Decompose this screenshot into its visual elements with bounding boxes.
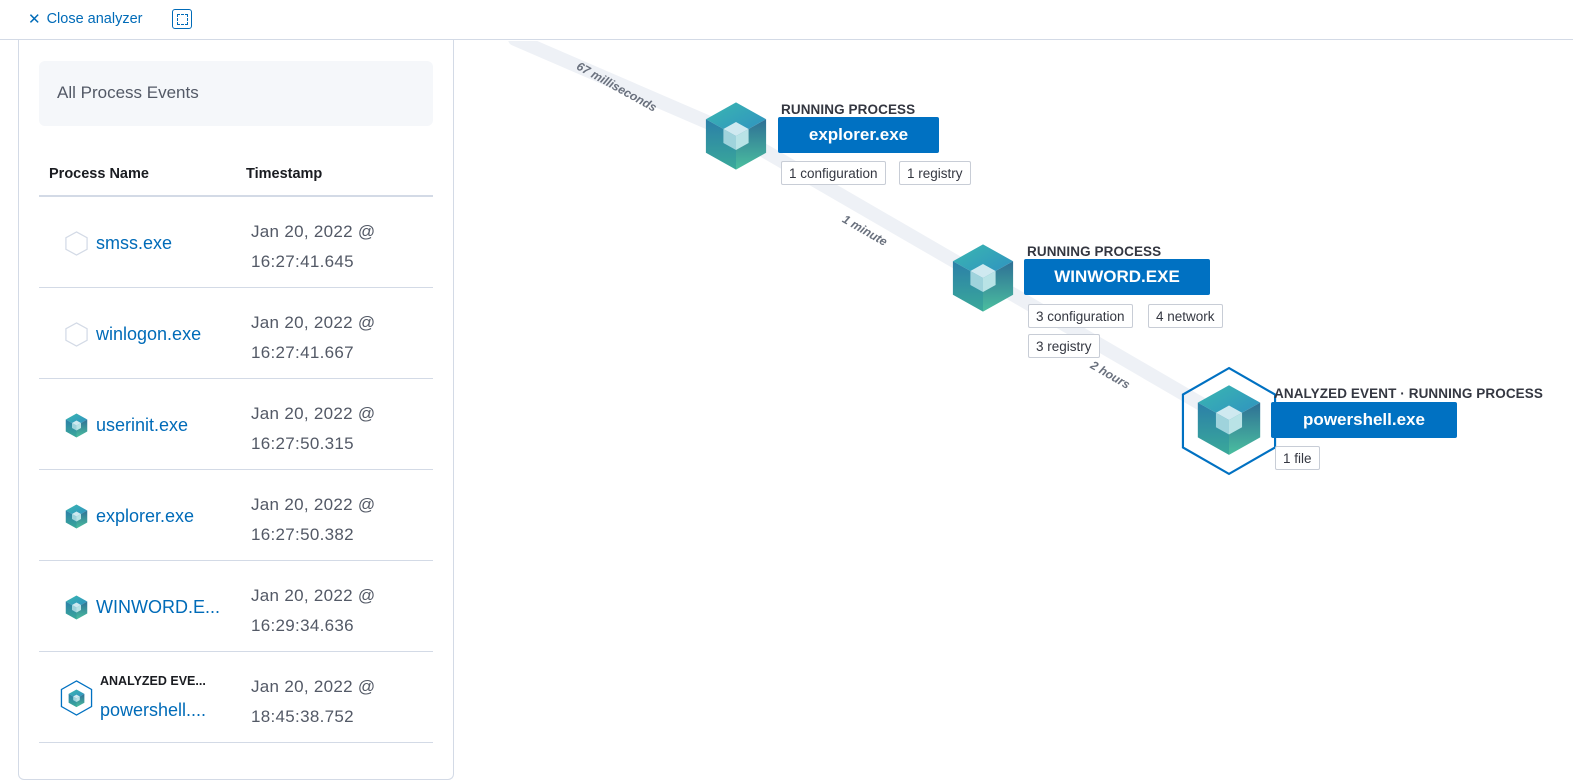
process-cube-icon <box>64 504 89 529</box>
close-analyzer-label: Close analyzer <box>46 11 143 27</box>
timestamp: Jan 20, 2022 @ 16:27:50.315 <box>251 399 376 459</box>
event-count-pill[interactable]: 4 network <box>1148 304 1223 328</box>
process-cube-icon <box>64 595 89 620</box>
event-count-pill[interactable]: 3 registry <box>1028 334 1100 358</box>
process-name-link[interactable]: powershell.... <box>100 700 206 721</box>
table-row: ANALYZED EVE... powershell.... Jan 20, 2… <box>39 652 433 743</box>
timestamp: Jan 20, 2022 @ 16:27:50.382 <box>251 490 376 550</box>
table-row: smss.exe Jan 20, 2022 @ 16:27:41.645 <box>39 197 433 288</box>
graph-edges <box>508 41 1234 426</box>
process-name-link[interactable]: explorer.exe <box>96 506 194 527</box>
process-cube-icon[interactable] <box>948 239 1018 317</box>
timestamp-date: Jan 20, 2022 @ <box>251 495 376 514</box>
process-name-link[interactable]: WINWORD.E... <box>96 597 220 618</box>
process-events-panel: All Process Events Process Name Timestam… <box>18 40 454 780</box>
table-row: winlogon.exe Jan 20, 2022 @ 16:27:41.667 <box>39 288 433 379</box>
close-analyzer-button[interactable]: ✕ Close analyzer <box>28 9 143 29</box>
timestamp-time: 16:27:41.645 <box>251 252 354 271</box>
timestamp-time: 16:27:50.382 <box>251 525 354 544</box>
column-header-timestamp: Timestamp <box>246 166 323 182</box>
timestamp: Jan 20, 2022 @ 16:27:41.645 <box>251 217 376 277</box>
table-row: userinit.exe Jan 20, 2022 @ 16:27:50.315 <box>39 379 433 470</box>
table-row: explorer.exe Jan 20, 2022 @ 16:27:50.382 <box>39 470 433 561</box>
timestamp-date: Jan 20, 2022 @ <box>251 313 376 332</box>
timestamp: Jan 20, 2022 @ 16:29:34.636 <box>251 581 376 641</box>
event-count-pill[interactable]: 1 configuration <box>781 161 886 185</box>
node-type-label: RUNNING PROCESS <box>1027 244 1162 259</box>
analyzed-event-label: ANALYZED EVE... <box>100 674 206 688</box>
process-cube-icon[interactable] <box>701 97 771 175</box>
node-process-button[interactable]: powershell.exe <box>1271 402 1457 438</box>
timestamp: Jan 20, 2022 @ 18:45:38.752 <box>251 672 376 732</box>
timestamp-date: Jan 20, 2022 @ <box>251 677 376 696</box>
event-count-pill[interactable]: 1 file <box>1275 446 1320 470</box>
timestamp-time: 16:27:41.667 <box>251 343 354 362</box>
event-count-pill[interactable]: 3 configuration <box>1028 304 1133 328</box>
timestamp-date: Jan 20, 2022 @ <box>251 404 376 423</box>
timestamp-time: 16:29:34.636 <box>251 616 354 635</box>
timestamp-date: Jan 20, 2022 @ <box>251 222 376 241</box>
panel-title: All Process Events <box>57 83 199 102</box>
analyzer-toolbar: ✕ Close analyzer <box>0 0 1573 40</box>
node-process-button[interactable]: WINWORD.EXE <box>1024 259 1210 295</box>
timestamp-date: Jan 20, 2022 @ <box>251 586 376 605</box>
analyzed-cube-icon <box>60 680 93 716</box>
node-type-label: ANALYZED EVENT · RUNNING PROCESS <box>1274 386 1543 401</box>
edge-line <box>730 128 989 284</box>
process-name-link[interactable]: winlogon.exe <box>96 324 201 345</box>
process-name-link[interactable]: userinit.exe <box>96 415 188 436</box>
timestamp: Jan 20, 2022 @ 16:27:41.667 <box>251 308 376 368</box>
node-process-button[interactable]: explorer.exe <box>778 117 939 153</box>
table-row: WINWORD.E... Jan 20, 2022 @ 16:29:34.636 <box>39 561 433 652</box>
close-icon: ✕ <box>28 10 41 28</box>
column-header-process-name: Process Name <box>49 166 149 182</box>
process-graph[interactable]: 67 milliseconds 1 minute 2 hours RUNNING… <box>455 41 1573 761</box>
timestamp-time: 16:27:50.315 <box>251 434 354 453</box>
fullscreen-icon[interactable] <box>172 9 192 29</box>
hollow-hexagon-icon <box>65 231 88 256</box>
event-count-pill[interactable]: 1 registry <box>899 161 971 185</box>
hollow-hexagon-icon <box>65 322 88 347</box>
node-type-label: RUNNING PROCESS <box>781 102 916 117</box>
timestamp-time: 18:45:38.752 <box>251 707 354 726</box>
panel-title-box: All Process Events <box>39 61 433 126</box>
process-name-link[interactable]: smss.exe <box>96 233 172 254</box>
process-cube-icon <box>64 413 89 438</box>
analyzed-cube-icon[interactable] <box>1180 366 1278 476</box>
